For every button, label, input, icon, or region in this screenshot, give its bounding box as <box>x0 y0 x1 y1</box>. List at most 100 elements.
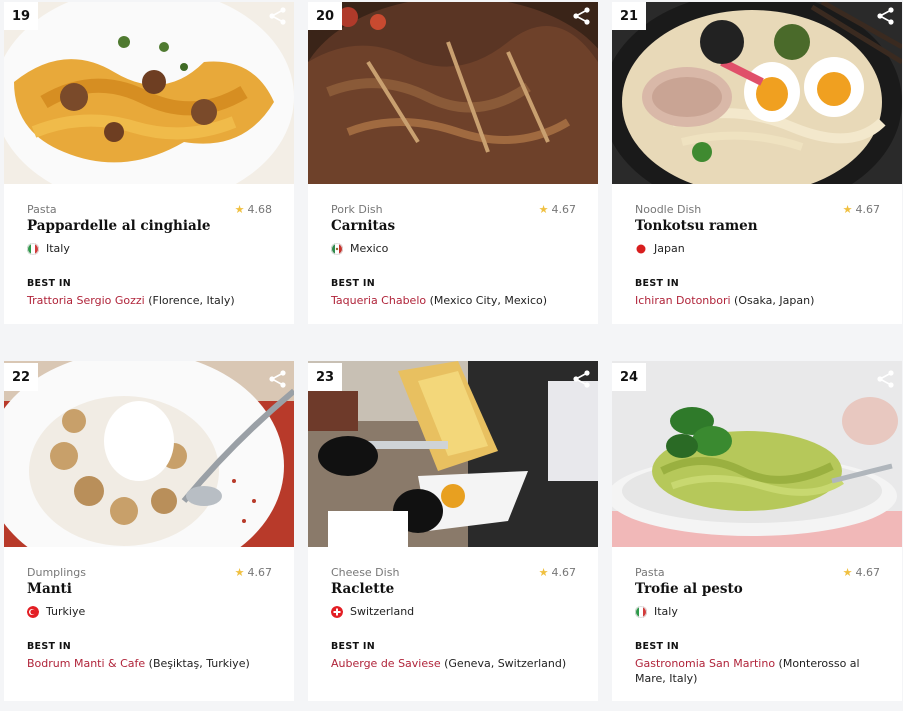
rating-value: 4.67 <box>551 566 577 579</box>
dish-category: Noodle Dish <box>635 203 702 216</box>
dish-photo[interactable] <box>612 2 902 184</box>
dish-name[interactable]: Raclette <box>331 581 394 597</box>
best-in-label: BEST IN <box>331 641 375 652</box>
restaurant-link[interactable]: Bodrum Manti & Cafe <box>27 657 145 670</box>
dish-category: Cheese Dish <box>331 566 400 579</box>
dish-photo[interactable] <box>612 361 902 547</box>
dish-rating: ★ 4.67 <box>843 566 880 579</box>
dish-photo[interactable] <box>4 2 294 184</box>
restaurant-location: (Osaka, Japan) <box>730 294 815 307</box>
share-icon[interactable] <box>572 369 592 389</box>
best-in-label: BEST IN <box>635 641 679 652</box>
italy-flag-icon <box>27 242 39 255</box>
restaurant-link[interactable]: Gastronomia San Martino <box>635 657 775 670</box>
country-name: Turkiye <box>46 605 86 618</box>
best-in-label: BEST IN <box>331 278 375 289</box>
dish-card-24[interactable]: 24 Pasta ★ 4.67 Trofie al pesto Italy BES… <box>612 361 902 701</box>
star-icon: ★ <box>538 203 549 216</box>
dish-card-21[interactable]: 21 Noodle Dish ★ 4.67 Tonkotsu ramen Japa… <box>612 2 902 324</box>
dish-name[interactable]: Tonkotsu ramen <box>635 218 758 234</box>
restaurant-link[interactable]: Trattoria Sergio Gozzi <box>27 294 145 307</box>
restaurant-location: (Geneva, Switzerland) <box>440 657 567 670</box>
rank-badge: 21 <box>612 2 646 30</box>
best-in-place: Taqueria Chabelo (Mexico City, Mexico) <box>331 293 581 308</box>
dish-country[interactable]: Italy <box>635 605 678 618</box>
dish-category: Dumplings <box>27 566 86 579</box>
best-in-place: Ichiran Dotonbori (Osaka, Japan) <box>635 293 885 308</box>
dish-country[interactable]: Japan <box>635 242 685 255</box>
dish-info: Pasta ★ 4.67 Trofie al pesto Italy BEST I… <box>612 547 902 701</box>
dish-category: Pasta <box>635 566 665 579</box>
dish-photo[interactable] <box>308 2 598 184</box>
rank-badge: 23 <box>308 363 342 391</box>
star-icon: ★ <box>234 566 245 579</box>
country-name: Mexico <box>350 242 389 255</box>
dish-rating: ★ 4.68 <box>235 203 272 216</box>
dish-card-20[interactable]: 20 Pork Dish ★ 4.67 Carnitas Mexico BEST … <box>308 2 598 324</box>
dish-country[interactable]: Italy <box>27 242 70 255</box>
rating-value: 4.67 <box>247 566 273 579</box>
restaurant-link[interactable]: Ichiran Dotonbori <box>635 294 731 307</box>
dish-name[interactable]: Manti <box>27 581 72 597</box>
japan-flag-icon <box>636 244 646 253</box>
rating-value: 4.68 <box>247 203 273 216</box>
rank-badge: 19 <box>4 2 38 30</box>
dish-country[interactable]: Turkiye <box>27 605 85 618</box>
share-icon[interactable] <box>572 6 592 26</box>
dish-photo[interactable] <box>308 361 598 547</box>
best-in-label: BEST IN <box>635 278 679 289</box>
dish-info: Noodle Dish ★ 4.67 Tonkotsu ramen Japan B… <box>612 184 902 324</box>
dish-category: Pork Dish <box>331 203 383 216</box>
rating-value: 4.67 <box>855 566 881 579</box>
dish-photo[interactable] <box>4 361 294 547</box>
share-icon[interactable] <box>876 369 896 389</box>
dish-card-22[interactable]: 22 Dumplings ★ 4.67 Manti Turkiye BEST IN… <box>4 361 294 701</box>
country-name: Italy <box>46 242 70 255</box>
mexico-flag-icon <box>331 242 343 255</box>
switzerland-flag-icon <box>331 605 343 618</box>
dish-rating: ★ 4.67 <box>539 203 576 216</box>
star-icon: ★ <box>842 566 853 579</box>
rank-badge: 24 <box>612 363 646 391</box>
rating-value: 4.67 <box>855 203 881 216</box>
dish-info: Pasta ★ 4.68 Pappardelle al cinghiale Ita… <box>4 184 294 324</box>
rating-value: 4.67 <box>551 203 577 216</box>
star-icon: ★ <box>538 566 549 579</box>
dish-info: Pork Dish ★ 4.67 Carnitas Mexico BEST IN … <box>308 184 598 324</box>
turkiye-flag-icon <box>27 605 39 618</box>
best-in-label: BEST IN <box>27 278 71 289</box>
country-name: Switzerland <box>350 605 415 618</box>
rank-badge: 20 <box>308 2 342 30</box>
restaurant-link[interactable]: Auberge de Saviese <box>331 657 441 670</box>
best-in-place: Auberge de Saviese (Geneva, Switzerland) <box>331 656 581 671</box>
best-in-place: Gastronomia San Martino (Monterosso al M… <box>635 656 885 686</box>
share-icon[interactable] <box>268 369 288 389</box>
restaurant-location: (Florence, Italy) <box>144 294 235 307</box>
star-icon: ★ <box>842 203 853 216</box>
dish-info: Cheese Dish ★ 4.67 Raclette Switzerland B… <box>308 547 598 701</box>
country-name: Italy <box>654 605 678 618</box>
dish-name[interactable]: Pappardelle al cinghiale <box>27 218 210 234</box>
share-icon[interactable] <box>268 6 288 26</box>
restaurant-location: (Mexico City, Mexico) <box>426 294 548 307</box>
italy-flag-icon <box>635 605 647 618</box>
dish-rating: ★ 4.67 <box>235 566 272 579</box>
dish-name[interactable]: Carnitas <box>331 218 395 234</box>
share-icon[interactable] <box>876 6 896 26</box>
dish-country[interactable]: Mexico <box>331 242 388 255</box>
dish-rating: ★ 4.67 <box>539 566 576 579</box>
restaurant-location: (Beşiktaş, Turkiye) <box>145 657 250 670</box>
dish-country[interactable]: Switzerland <box>331 605 414 618</box>
restaurant-link[interactable]: Taqueria Chabelo <box>331 294 426 307</box>
dish-rating: ★ 4.67 <box>843 203 880 216</box>
dish-card-23[interactable]: 23 Cheese Dish ★ 4.67 Raclette Switzerlan… <box>308 361 598 701</box>
best-in-place: Trattoria Sergio Gozzi (Florence, Italy) <box>27 293 277 308</box>
best-in-label: BEST IN <box>27 641 71 652</box>
country-name: Japan <box>654 242 685 255</box>
dish-info: Dumplings ★ 4.67 Manti Turkiye BEST IN Bo… <box>4 547 294 701</box>
star-icon: ★ <box>234 203 245 216</box>
dish-category: Pasta <box>27 203 57 216</box>
dish-name[interactable]: Trofie al pesto <box>635 581 743 597</box>
dish-card-19[interactable]: 19 Pasta ★ 4.68 Pappardelle al cinghiale … <box>4 2 294 324</box>
best-in-place: Bodrum Manti & Cafe (Beşiktaş, Turkiye) <box>27 656 277 671</box>
